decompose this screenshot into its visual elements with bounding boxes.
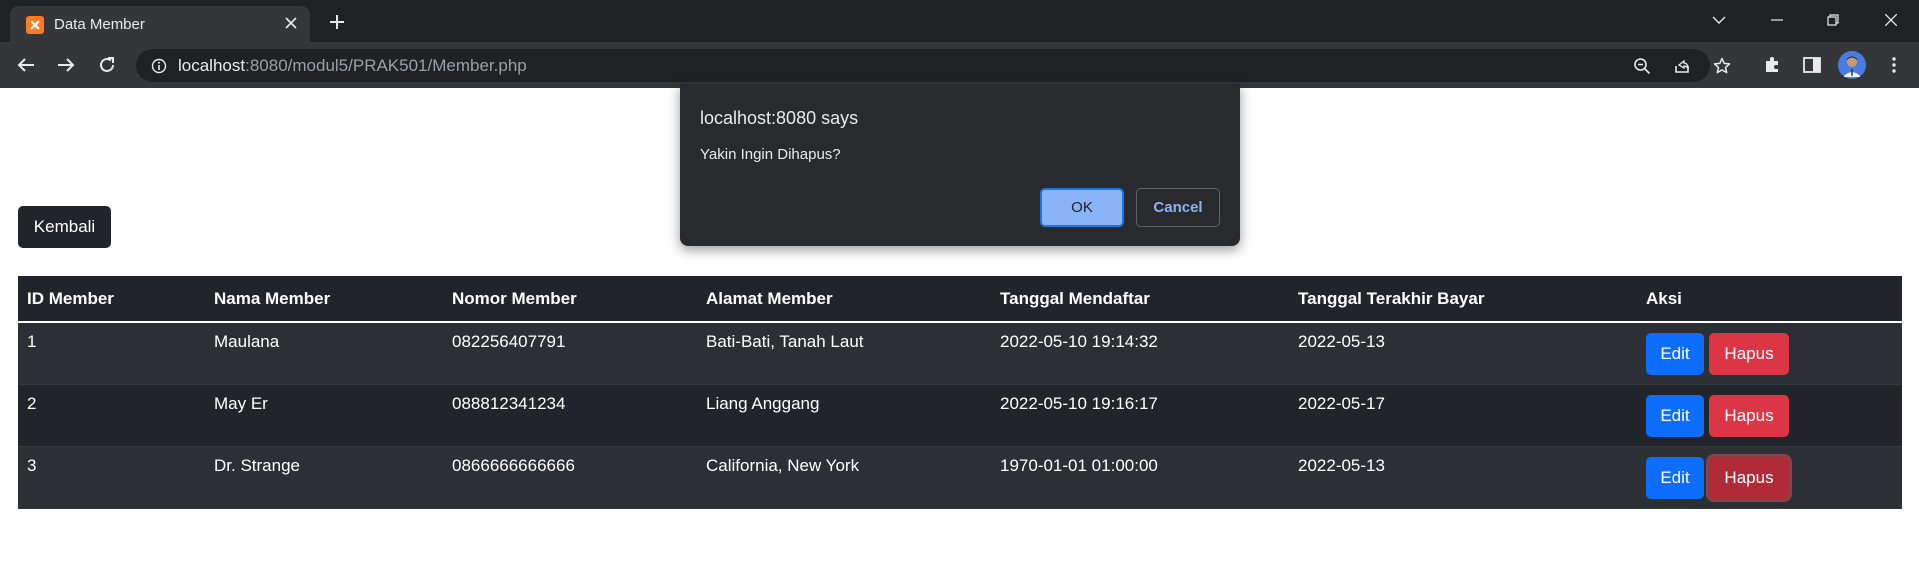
plus-icon[interactable] xyxy=(324,9,350,35)
reload-icon[interactable] xyxy=(93,51,121,79)
column-header-aksi: Aksi xyxy=(1637,276,1902,323)
cell-nomor: 088812341234 xyxy=(443,384,697,447)
url-text[interactable]: localhost:8080/modul5/PRAK501/Member.php xyxy=(178,56,527,76)
close-window-icon[interactable] xyxy=(1874,6,1908,34)
table-row: 3 Dr. Strange 0866666666666 California, … xyxy=(18,446,1902,509)
dialog-message: Yakin Ingin Dihapus? xyxy=(700,146,841,163)
restore-icon[interactable] xyxy=(1816,6,1850,34)
member-table: ID Member Nama Member Nomor Member Alama… xyxy=(18,276,1902,509)
cell-nama: Dr. Strange xyxy=(205,446,443,509)
address-bar[interactable]: localhost:8080/modul5/PRAK501/Member.php xyxy=(136,49,1731,82)
cell-id: 2 xyxy=(18,384,205,447)
profile-avatar[interactable] xyxy=(1838,51,1866,79)
more-menu-icon[interactable] xyxy=(1880,51,1908,79)
cell-tanggal-bayar: 2022-05-13 xyxy=(1289,446,1637,509)
title-bar: Data Member xyxy=(0,0,1919,42)
cell-nama: May Er xyxy=(205,384,443,447)
edit-button[interactable]: Edit xyxy=(1646,456,1704,499)
column-header-id: ID Member xyxy=(18,276,205,323)
minimize-icon[interactable] xyxy=(1760,6,1794,34)
cancel-button[interactable]: Cancel xyxy=(1136,188,1220,227)
kembali-button[interactable]: Kembali xyxy=(18,206,111,248)
cell-alamat: Bati-Bati, Tanah Laut xyxy=(697,322,991,385)
cell-tanggal-mendaftar: 2022-05-10 19:16:17 xyxy=(991,384,1289,447)
cell-tanggal-bayar: 2022-05-13 xyxy=(1289,322,1637,385)
column-header-tanggal-terakhir-bayar: Tanggal Terakhir Bayar xyxy=(1289,276,1637,323)
cell-id: 3 xyxy=(18,446,205,509)
cell-tanggal-mendaftar: 1970-01-01 01:00:00 xyxy=(991,446,1289,509)
xampp-favicon-icon xyxy=(26,16,44,34)
cell-nama: Maulana xyxy=(205,322,443,385)
cell-alamat: California, New York xyxy=(697,446,991,509)
side-panel-icon[interactable] xyxy=(1798,51,1826,79)
share-icon[interactable] xyxy=(1670,54,1694,78)
cell-id: 1 xyxy=(18,322,205,385)
hapus-button[interactable]: Hapus xyxy=(1709,394,1789,437)
table-row: 2 May Er 088812341234 Liang Anggang 2022… xyxy=(18,384,1902,447)
cell-aksi: Edit Hapus xyxy=(1637,322,1902,385)
close-icon[interactable] xyxy=(280,12,302,34)
cell-tanggal-bayar: 2022-05-17 xyxy=(1289,384,1637,447)
column-header-nama: Nama Member xyxy=(205,276,443,323)
tab-title: Data Member xyxy=(54,16,145,33)
ok-button[interactable]: OK xyxy=(1040,188,1124,227)
hapus-button[interactable]: Hapus xyxy=(1709,456,1789,499)
tab-data-member[interactable]: Data Member xyxy=(10,6,310,42)
zoom-out-icon[interactable] xyxy=(1630,54,1654,78)
confirm-dialog: localhost:8080 says Yakin Ingin Dihapus?… xyxy=(680,84,1240,246)
extensions-puzzle-icon[interactable] xyxy=(1758,51,1786,79)
edit-button[interactable]: Edit xyxy=(1646,394,1704,437)
column-header-nomor: Nomor Member xyxy=(443,276,697,323)
info-icon[interactable] xyxy=(150,57,168,75)
cell-alamat: Liang Anggang xyxy=(697,384,991,447)
back-arrow-icon[interactable] xyxy=(12,51,40,79)
cell-nomor: 082256407791 xyxy=(443,322,697,385)
chevron-down-icon[interactable] xyxy=(1702,6,1736,34)
column-header-tanggal-mendaftar: Tanggal Mendaftar xyxy=(991,276,1289,323)
cell-nomor: 0866666666666 xyxy=(443,446,697,509)
cell-tanggal-mendaftar: 2022-05-10 19:14:32 xyxy=(991,322,1289,385)
dialog-title: localhost:8080 says xyxy=(700,108,859,128)
table-row: 1 Maulana 082256407791 Bati-Bati, Tanah … xyxy=(18,322,1902,385)
cell-aksi: Edit Hapus xyxy=(1637,446,1902,509)
browser-window: Data Member localhost:8080/modul5/PRAK50… xyxy=(0,0,1919,578)
edit-button[interactable]: Edit xyxy=(1646,333,1704,375)
forward-arrow-icon[interactable] xyxy=(52,51,80,79)
column-header-alamat: Alamat Member xyxy=(697,276,991,323)
browser-toolbar: localhost:8080/modul5/PRAK501/Member.php xyxy=(0,42,1919,88)
cell-aksi: Edit Hapus xyxy=(1637,384,1902,447)
star-icon[interactable] xyxy=(1710,54,1734,78)
hapus-button[interactable]: Hapus xyxy=(1709,333,1789,375)
table-header-row: ID Member Nama Member Nomor Member Alama… xyxy=(18,276,1902,323)
